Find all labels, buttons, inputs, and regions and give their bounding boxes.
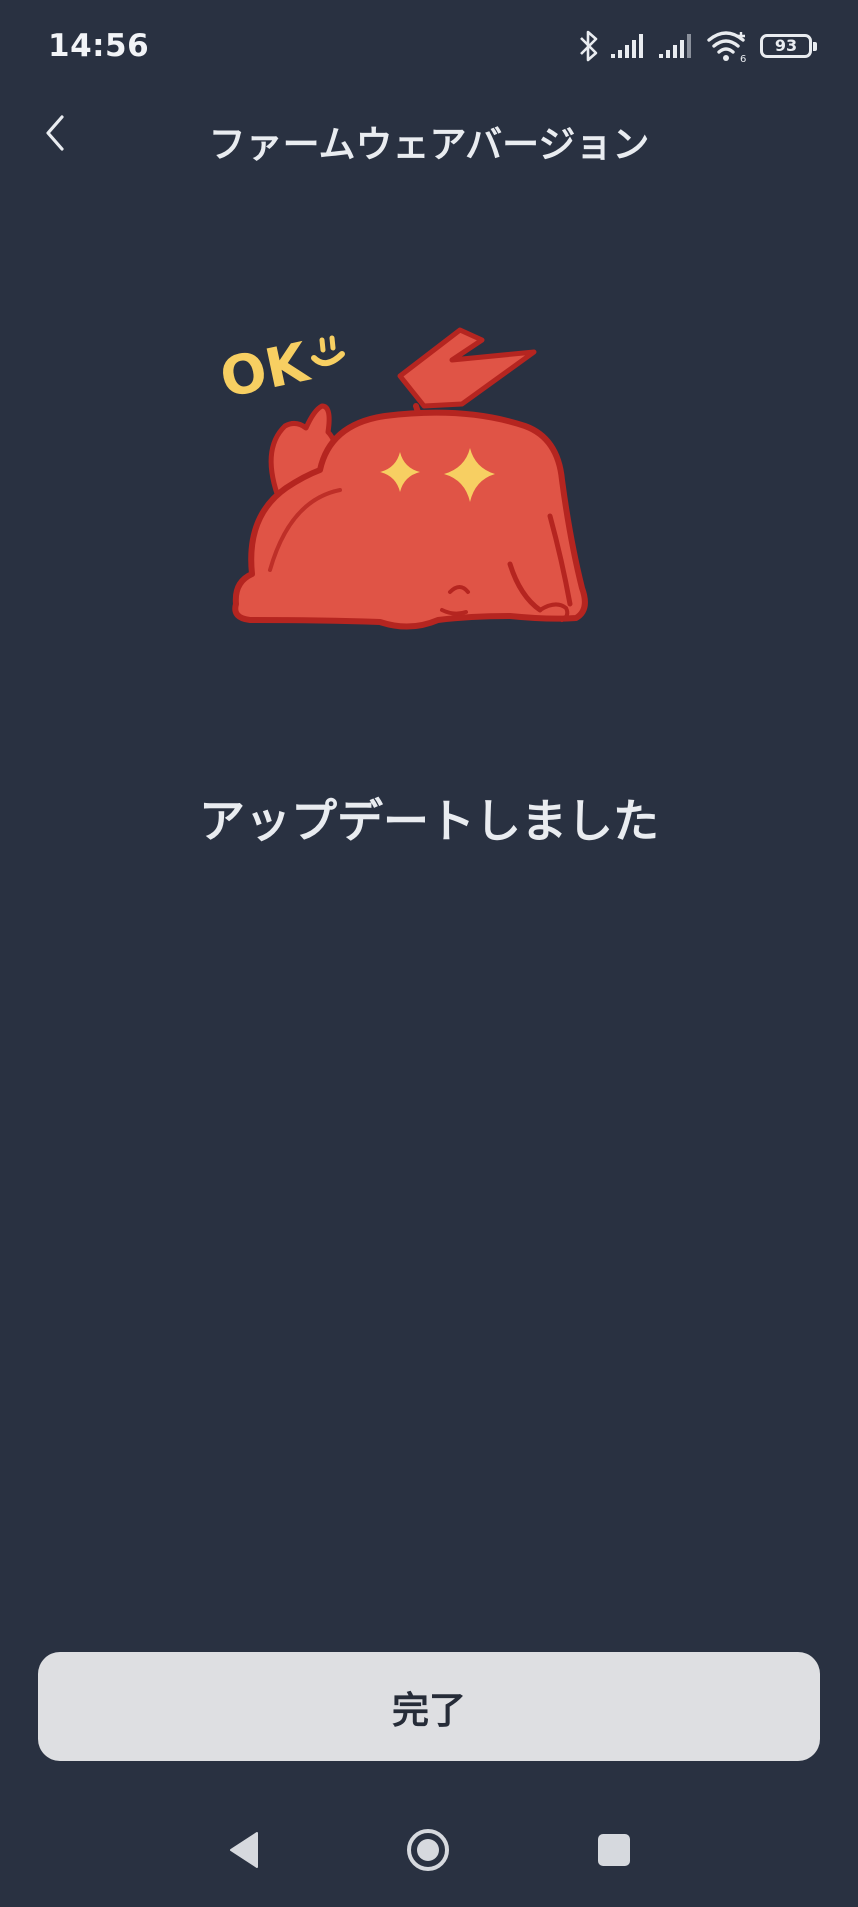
nav-back-button[interactable] xyxy=(218,1826,270,1878)
battery-icon: 93 xyxy=(760,34,817,58)
nav-recents-button[interactable] xyxy=(588,1826,640,1878)
wifi-icon: 6 xyxy=(706,29,750,63)
status-time: 14:56 xyxy=(48,28,150,64)
svg-text:6: 6 xyxy=(740,54,746,63)
ok-text: OK xyxy=(215,330,316,410)
home-circle-icon xyxy=(404,1826,452,1878)
recents-square-icon xyxy=(596,1832,632,1872)
lightning-tail xyxy=(397,327,537,409)
status-icons: 6 93 xyxy=(578,26,817,66)
signal-icon xyxy=(658,33,696,59)
screen: 14:56 6 93 ファームウェアバージョン OK アップデートしました 完了 xyxy=(0,0,858,1907)
status-bar: 14:56 6 93 xyxy=(0,0,858,96)
bluetooth-icon xyxy=(578,29,600,63)
signal-icon xyxy=(610,33,648,59)
update-complete-message: アップデートしました xyxy=(199,794,659,848)
back-triangle-icon xyxy=(227,1830,261,1874)
done-button-label: 完了 xyxy=(392,1688,466,1732)
page-title: ファームウェアバージョン xyxy=(208,123,650,166)
nav-home-button[interactable] xyxy=(402,1826,454,1878)
header: ファームウェアバージョン xyxy=(0,96,858,180)
success-illustration: OK xyxy=(210,320,610,650)
navigation-bar xyxy=(0,1810,858,1894)
smile-icon xyxy=(311,335,345,367)
done-button[interactable]: 完了 xyxy=(38,1652,820,1761)
battery-level: 93 xyxy=(774,36,798,55)
